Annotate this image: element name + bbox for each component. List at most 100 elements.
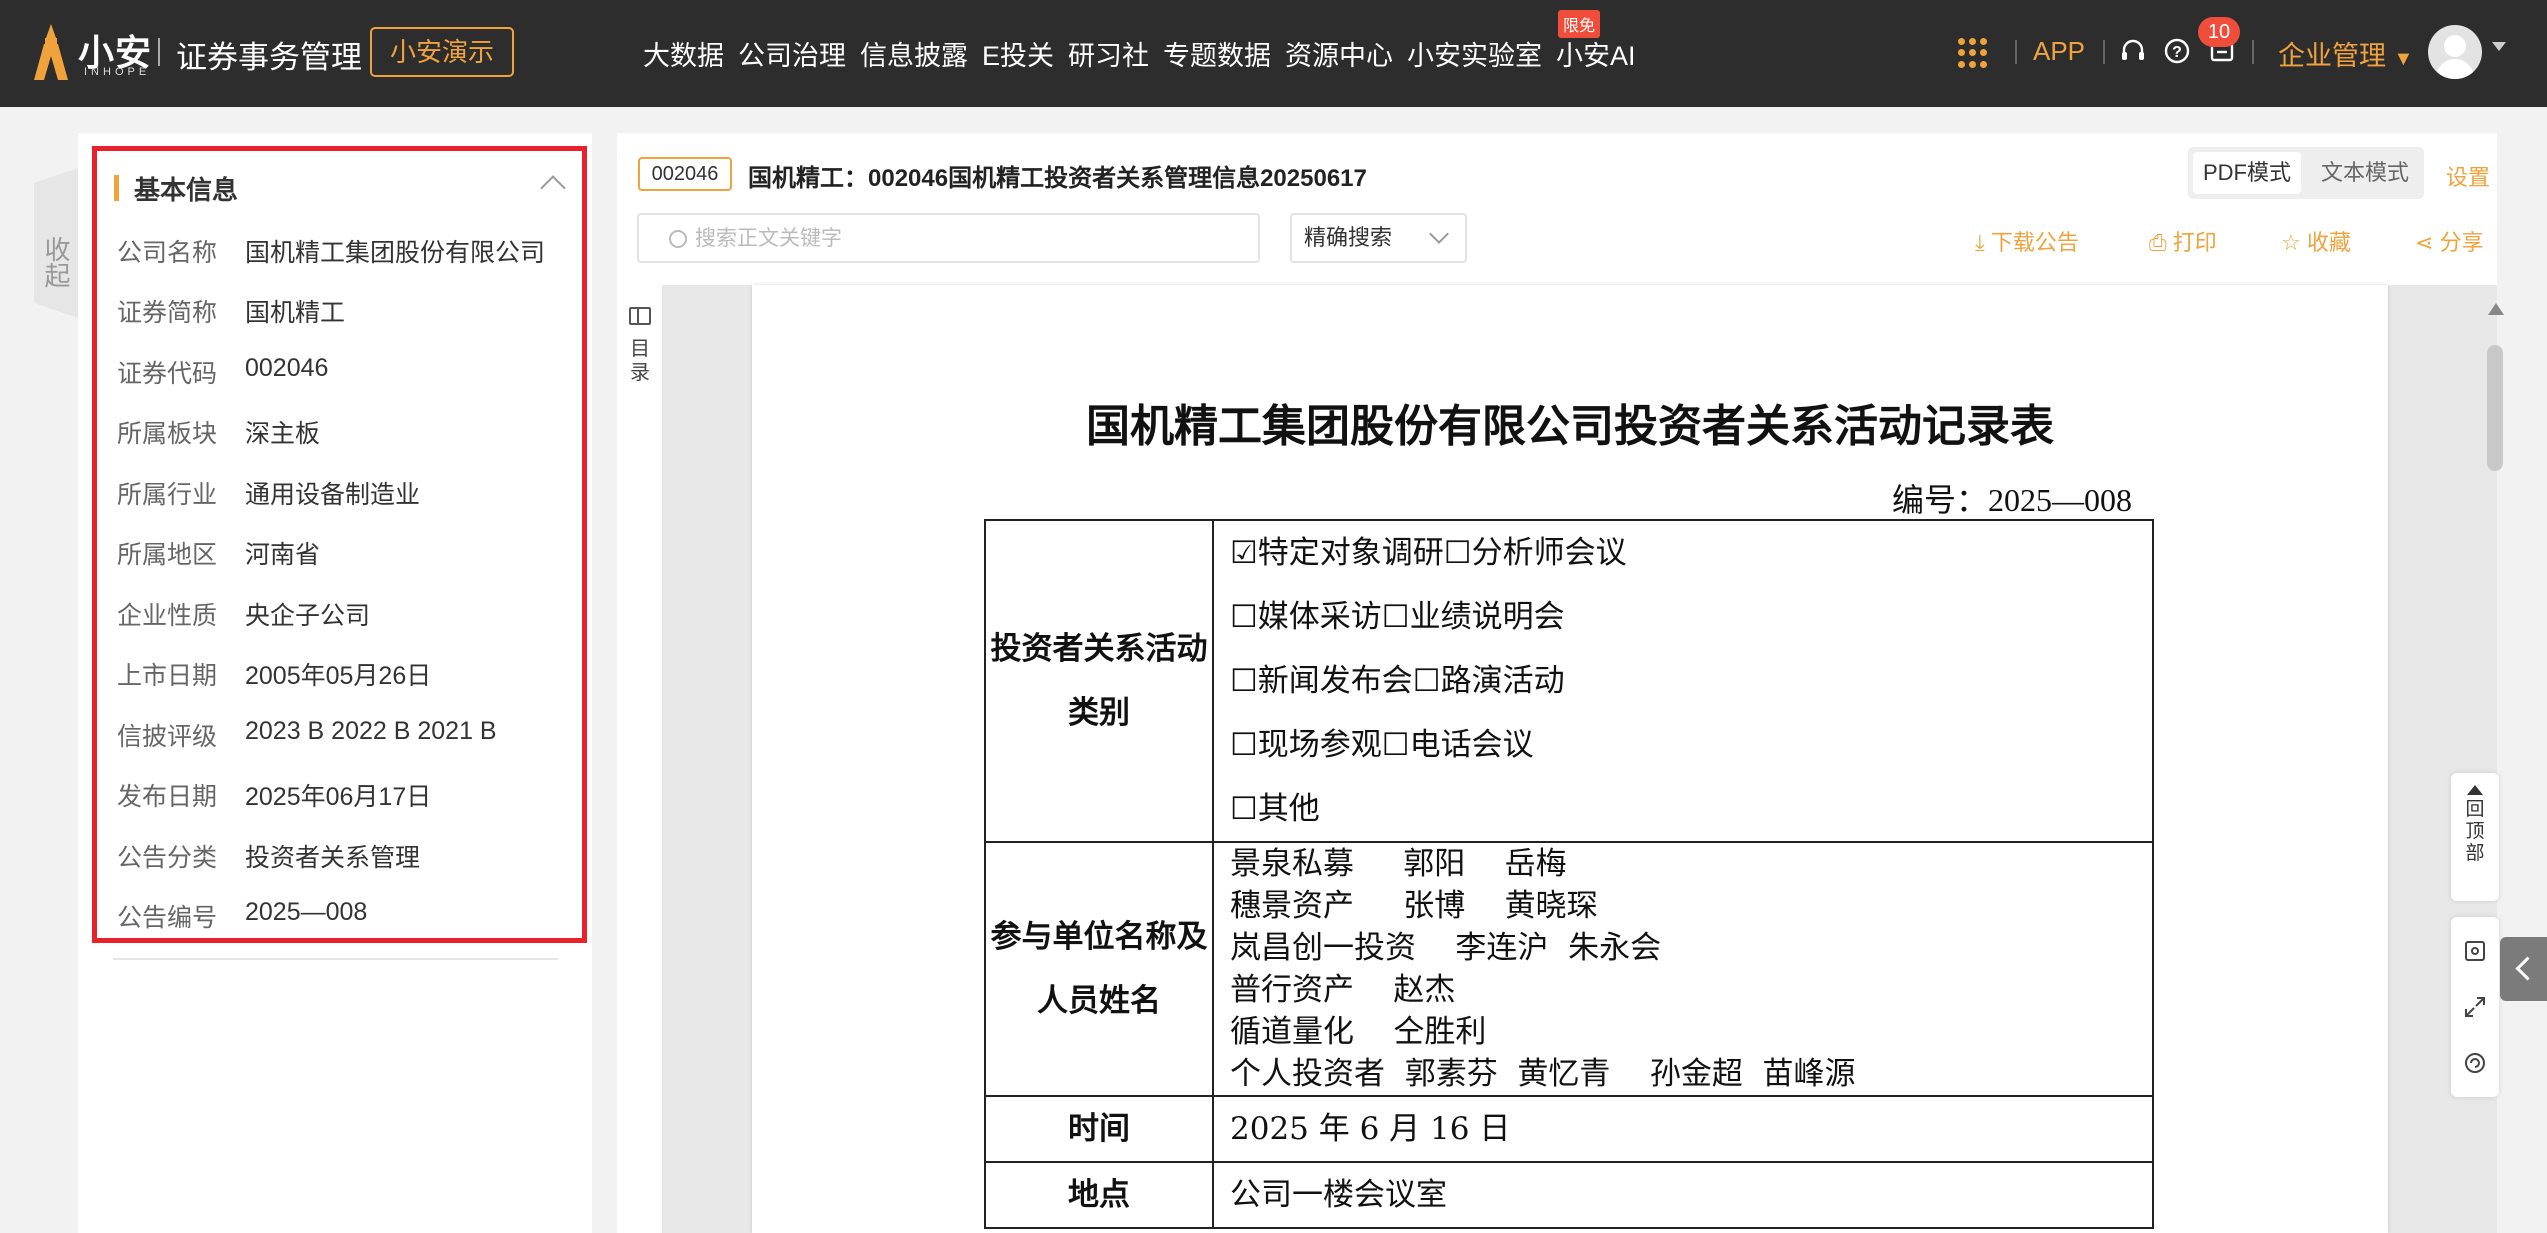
text-mode-button[interactable]: 文本模式 [2311, 152, 2419, 194]
table-row: 时间 2025 年 6 月 16 日 [984, 1095, 2154, 1163]
search-input[interactable] [695, 223, 1235, 255]
table-row: 地点 公司一楼会议室 [984, 1161, 2154, 1229]
demo-button[interactable]: 小安演示 [370, 27, 514, 77]
logo[interactable]: 小安 INHOPE [34, 22, 154, 84]
divider [2103, 40, 2105, 64]
nav-item-e-investor[interactable]: E投关 [982, 34, 1054, 74]
info-value: 国机精工集团股份有限公司 [245, 239, 546, 267]
avatar[interactable] [2428, 25, 2482, 79]
share-button[interactable]: ⋖ 分享 [2415, 225, 2484, 257]
print-button[interactable]: ⎙ 打印 [2149, 225, 2217, 257]
print-label: 打印 [2172, 230, 2217, 255]
viewer-tools [2451, 917, 2499, 1097]
document-page: 国机精工集团股份有限公司投资者关系活动记录表 编号：2025—008 投资者关系… [752, 285, 2388, 1233]
download-icon: ⤓ [1975, 230, 1985, 255]
fullscreen-icon[interactable] [2463, 995, 2487, 1019]
nav-item-resources[interactable]: 资源中心 [1285, 34, 1393, 74]
info-key: 信披评级 [117, 723, 218, 751]
record-table: 投资者关系活动类别 ☑特定对象调研☐分析师会议 ☐媒体采访☐业绩说明会 ☐新闻发… [984, 519, 2154, 1229]
main-nav: 大数据 公司治理 信息披露 E投关 研习社 专题数据 资源中心 小安实验室 小安… [643, 34, 1650, 74]
time-label: 时间 [984, 1095, 1214, 1163]
free-badge: 限免 [1558, 10, 1601, 38]
info-key: 公司名称 [117, 239, 218, 267]
info-value: 河南省 [245, 541, 321, 569]
logo-subtitle: INHOPE [84, 66, 151, 78]
info-key: 发布日期 [117, 783, 218, 811]
stock-code-tag: 002046 [638, 157, 732, 191]
toc-button[interactable]: 目录 [629, 337, 651, 385]
download-button[interactable]: ⤓ 下载公告 [1975, 225, 2079, 257]
activity-type-options: ☑特定对象调研☐分析师会议 ☐媒体采访☐业绩说明会 ☐新闻发布会☐路演活动 ☐现… [1212, 519, 2154, 843]
logo-tower-icon [34, 24, 68, 80]
table-row: 参与单位名称及人员姓名 景泉私募 郭阳 岳梅 穗景资产 张博 黄晓琛 岚昌创一投… [984, 841, 2154, 1097]
settings-link[interactable]: 设置 [2446, 160, 2490, 192]
nav-item-big-data[interactable]: 大数据 [643, 34, 724, 74]
favorite-label: 收藏 [2306, 230, 2351, 255]
section-accent-bar [114, 175, 119, 201]
info-key: 公告编号 [117, 904, 218, 932]
participant-line: 景泉私募 郭阳 岳梅 [1230, 846, 1567, 882]
chevron-down-icon [1429, 224, 1449, 244]
nav-item-governance[interactable]: 公司治理 [738, 34, 846, 74]
fit-page-icon[interactable] [2463, 939, 2487, 963]
scroll-up-arrow-icon[interactable] [2488, 303, 2504, 315]
toc-icon[interactable] [629, 307, 651, 325]
view-mode-toggle: PDF模式 文本模式 [2188, 147, 2424, 199]
svg-text:?: ? [2172, 44, 2182, 61]
info-value: 2025年06月17日 [245, 783, 432, 811]
info-key: 证券简称 [117, 299, 218, 327]
info-key: 证券代码 [117, 360, 218, 388]
info-value: 投资者关系管理 [245, 844, 421, 872]
participant-line: 个人投资者 郭素芬 黄忆青 孙金超 苗峰源 [1230, 1056, 1856, 1092]
info-key: 所属地区 [117, 541, 218, 569]
arrow-up-icon [2467, 785, 2483, 795]
rotate-icon[interactable] [2463, 1051, 2487, 1075]
collapse-sidebar-button[interactable]: 收起 [34, 168, 78, 318]
divider [2252, 40, 2254, 64]
avatar-caret-icon[interactable] [2492, 42, 2506, 51]
info-key: 所属板块 [117, 420, 218, 448]
info-key: 上市日期 [117, 662, 218, 690]
scroll-thumb[interactable] [2487, 345, 2503, 471]
search-icon [669, 230, 687, 248]
nav-item-topic-data[interactable]: 专题数据 [1163, 34, 1271, 74]
chevron-left-icon[interactable] [2500, 937, 2547, 1001]
info-key: 企业性质 [117, 602, 218, 630]
enterprise-menu[interactable]: 企业管理 ▼ [2278, 34, 2413, 73]
chevron-up-icon[interactable] [540, 175, 566, 201]
headset-icon[interactable] [2118, 36, 2148, 66]
search-mode-select[interactable]: 精确搜索 [1290, 213, 1467, 263]
print-icon: ⎙ [2149, 230, 2167, 255]
help-icon[interactable]: ? [2162, 36, 2192, 66]
option-line: ☑特定对象调研☐分析师会议 [1230, 535, 1627, 571]
option-line: ☐现场参观☐电话会议 [1230, 727, 1534, 763]
participant-line: 普行资产 赵杰 [1230, 972, 1456, 1008]
share-label: 分享 [2439, 230, 2484, 255]
star-icon: ☆ [2281, 230, 2301, 255]
download-label: 下载公告 [1990, 230, 2079, 255]
info-value: 2005年05月26日 [245, 662, 432, 690]
avatar-head [2444, 35, 2466, 57]
info-value: 2025—008 [245, 898, 368, 926]
section-title: 基本信息 [134, 175, 239, 205]
option-line: ☐其他 [1230, 791, 1320, 827]
nav-item-study[interactable]: 研习社 [1068, 34, 1149, 74]
app-link[interactable]: APP [2033, 36, 2085, 67]
participants-list: 景泉私募 郭阳 岳梅 穗景资产 张博 黄晓琛 岚昌创一投资 李连沪 朱永会 普行… [1212, 841, 2154, 1097]
nav-item-ai[interactable]: 小安AI [1556, 34, 1636, 74]
apps-grid-icon[interactable] [1958, 38, 1988, 68]
option-line: ☐新闻发布会☐路演活动 [1230, 663, 1565, 699]
participant-line: 岚昌创一投资 李连沪 朱永会 [1230, 930, 1662, 966]
nav-item-disclosure[interactable]: 信息披露 [860, 34, 968, 74]
basic-info-header: 基本信息 [114, 167, 574, 207]
favorite-button[interactable]: ☆ 收藏 [2281, 225, 2351, 257]
pdf-mode-button[interactable]: PDF模式 [2193, 152, 2301, 194]
search-mode-label: 精确搜索 [1304, 225, 1393, 250]
info-value: 通用设备制造业 [245, 481, 421, 509]
participant-line: 穗景资产 张博 黄晓琛 [1230, 888, 1598, 924]
nav-item-lab[interactable]: 小安实验室 [1407, 34, 1542, 74]
product-name: 证券事务管理 [176, 40, 362, 75]
back-to-top-button[interactable]: 回顶部 [2451, 773, 2499, 901]
place-value: 公司一楼会议室 [1212, 1161, 2154, 1229]
time-value: 2025 年 6 月 16 日 [1212, 1095, 2154, 1163]
